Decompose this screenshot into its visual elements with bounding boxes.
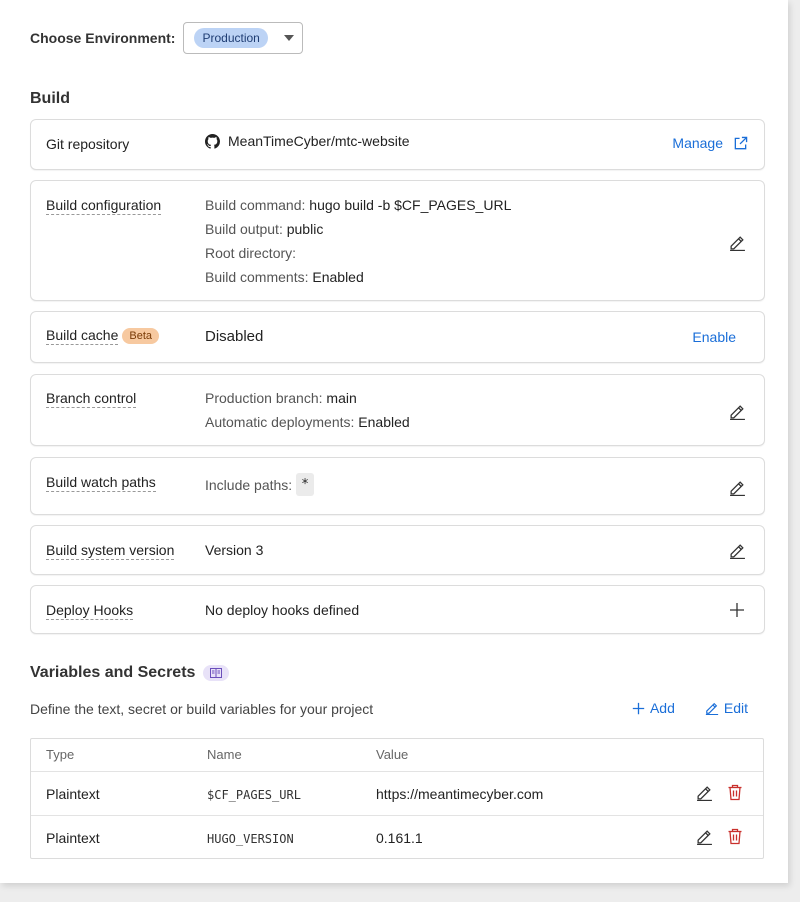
table-header: Type Name Value — [31, 739, 763, 771]
edit-variable-button[interactable] — [696, 828, 713, 845]
column-header-name: Name — [207, 747, 242, 762]
build-output-key: Build output: — [205, 221, 283, 237]
build-config-line: Build comments: Enabled — [205, 265, 511, 289]
build-cache-status: Disabled — [205, 328, 264, 345]
edit-branch-control-button[interactable] — [726, 400, 748, 422]
environment-label: Choose Environment: — [30, 30, 176, 46]
pencil-icon — [729, 404, 745, 420]
delete-variable-button[interactable] — [727, 828, 743, 845]
trash-icon — [728, 784, 742, 801]
production-branch-key: Production branch: — [205, 390, 323, 406]
edit-build-watch-paths-button[interactable] — [726, 476, 748, 498]
branch-control-label[interactable]: Branch control — [46, 390, 137, 408]
build-configuration-label[interactable]: Build configuration — [46, 197, 162, 215]
build-config-line: Build command: hugo build -b $CF_PAGES_U… — [205, 193, 511, 217]
plus-icon — [632, 702, 645, 714]
build-cache-label[interactable]: Build cache — [46, 327, 119, 345]
build-output-value: public — [286, 221, 324, 237]
variable-name: HUGO_VERSION — [207, 832, 294, 846]
build-command-value: hugo build -b $CF_PAGES_URL — [309, 197, 512, 213]
variables-description: Define the text, secret or build variabl… — [30, 701, 374, 717]
row-actions — [696, 828, 743, 845]
settings-page: Choose Environment: Production Build Git… — [0, 0, 788, 883]
branch-line: Production branch: main — [205, 386, 410, 410]
branch-control-values: Production branch: main Automatic deploy… — [205, 386, 410, 434]
manage-repository-link[interactable]: Manage — [672, 135, 748, 151]
plus-icon — [730, 603, 744, 617]
build-configuration-card: Build configuration Build command: hugo … — [30, 180, 765, 301]
root-directory-key: Root directory: — [205, 245, 297, 261]
branch-control-card: Branch control Production branch: main A… — [30, 374, 765, 446]
row-actions — [696, 784, 743, 801]
git-repository-value: MeanTimeCyber/mtc-website — [205, 133, 410, 149]
edit-variables-button[interactable]: Edit — [705, 700, 748, 716]
build-system-version-label[interactable]: Build system version — [46, 542, 175, 560]
pencil-icon — [729, 543, 745, 559]
automatic-deployments-value: Enabled — [358, 414, 410, 430]
table-row: Plaintext HUGO_VERSION 0.161.1 — [31, 815, 763, 860]
delete-variable-button[interactable] — [727, 784, 743, 801]
enable-build-cache-button[interactable]: Enable — [692, 329, 736, 345]
add-variable-label: Add — [649, 700, 675, 716]
variable-value: https://meantimecyber.com — [376, 786, 544, 802]
deploy-hooks-label[interactable]: Deploy Hooks — [46, 602, 134, 620]
variables-header: Variables and Secrets — [30, 664, 230, 682]
git-repository-card: Git repository MeanTimeCyber/mtc-website… — [30, 119, 765, 170]
add-deploy-hook-button[interactable] — [726, 599, 748, 621]
git-repository-name: MeanTimeCyber/mtc-website — [228, 133, 410, 149]
external-link-icon — [733, 136, 748, 151]
variables-table: Type Name Value Plaintext $CF_PAGES_URL … — [30, 738, 764, 859]
deploy-hooks-card: Deploy Hooks No deploy hooks defined — [30, 585, 765, 634]
build-system-version-card: Build system version Version 3 — [30, 525, 765, 575]
edit-build-system-version-button[interactable] — [726, 539, 748, 561]
variable-type: Plaintext — [46, 830, 100, 846]
github-icon — [205, 133, 220, 149]
build-command-key: Build command: — [205, 197, 306, 213]
pencil-icon — [697, 786, 712, 801]
environment-selected-pill: Production — [194, 28, 268, 48]
variable-name: $CF_PAGES_URL — [207, 788, 301, 802]
variables-title: Variables and Secrets — [30, 664, 196, 681]
pencil-icon — [729, 480, 745, 496]
build-system-version-value: Version 3 — [205, 542, 264, 558]
add-variable-button[interactable]: Add — [632, 700, 675, 716]
environment-select[interactable]: Production — [183, 22, 304, 54]
git-repository-label: Git repository — [46, 136, 130, 152]
pencil-icon — [729, 235, 745, 251]
build-section-title: Build — [30, 90, 70, 107]
beta-badge: Beta — [122, 328, 160, 344]
table-row: Plaintext $CF_PAGES_URL https://meantime… — [31, 771, 763, 816]
edit-variable-button[interactable] — [696, 784, 713, 801]
build-comments-value: Enabled — [312, 269, 364, 285]
automatic-deployments-key: Automatic deployments: — [205, 414, 355, 430]
environment-row: Choose Environment: Production — [30, 22, 304, 54]
build-watch-paths-value: Include paths: * — [205, 473, 314, 496]
book-icon[interactable] — [203, 665, 230, 681]
column-header-type: Type — [46, 747, 75, 762]
pencil-icon — [705, 702, 718, 715]
trash-icon — [728, 828, 742, 845]
manage-link-label: Manage — [672, 135, 723, 151]
branch-line: Automatic deployments: Enabled — [205, 410, 410, 434]
build-cache-label-wrap: Build cache Beta — [46, 327, 160, 345]
deploy-hooks-value: No deploy hooks defined — [205, 602, 360, 618]
include-paths-value: * — [296, 473, 314, 496]
include-paths-key: Include paths: — [205, 476, 293, 493]
build-watch-paths-card: Build watch paths Include paths: * — [30, 457, 765, 515]
build-watch-paths-label[interactable]: Build watch paths — [46, 474, 156, 492]
build-configuration-values: Build command: hugo build -b $CF_PAGES_U… — [205, 193, 511, 289]
column-header-value: Value — [376, 747, 409, 762]
build-comments-key: Build comments: — [205, 269, 309, 285]
build-config-line: Build output: public — [205, 217, 511, 241]
chevron-down-icon — [284, 35, 295, 41]
production-branch-value: main — [326, 390, 357, 406]
edit-variables-label: Edit — [723, 700, 748, 716]
edit-build-configuration-button[interactable] — [726, 231, 748, 253]
build-config-line: Root directory: — [205, 241, 511, 265]
build-cache-card: Build cache Beta Disabled Enable — [30, 311, 765, 363]
variable-type: Plaintext — [46, 786, 100, 802]
variables-actions: Add Edit — [632, 700, 748, 716]
variable-value: 0.161.1 — [376, 830, 423, 846]
pencil-icon — [697, 830, 712, 845]
